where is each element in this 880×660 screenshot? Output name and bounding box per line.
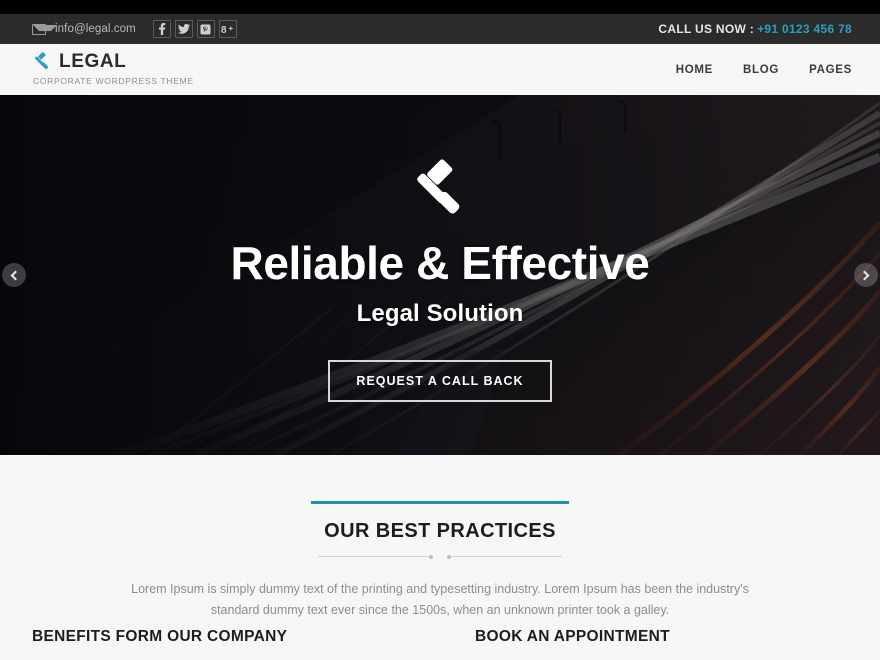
chevron-right-icon xyxy=(859,270,870,280)
contact-email[interactable]: info@legal.com xyxy=(55,23,136,35)
nav-item-home[interactable]: HOME xyxy=(676,64,713,76)
twitter-icon[interactable] xyxy=(174,20,193,38)
facebook-icon[interactable] xyxy=(152,20,171,38)
appointment-column: BOOK AN APPOINTMENT xyxy=(475,628,848,646)
envelope-icon xyxy=(32,23,57,35)
hero-content: Reliable & Effective Legal Solution REQU… xyxy=(0,95,880,455)
divider-segment-right xyxy=(447,554,562,559)
svg-text:+: + xyxy=(229,24,234,33)
hero-title: Reliable & Effective xyxy=(230,237,650,289)
benefits-title: BENEFITS FORM OUR COMPANY xyxy=(32,628,288,646)
bottom-columns: BENEFITS FORM OUR COMPANY BOOK AN APPOIN… xyxy=(0,628,880,646)
pinterest-icon[interactable] xyxy=(196,20,215,38)
brand-logo[interactable]: LEGAL CORPORATE WORDPRESS THEME xyxy=(32,51,194,87)
request-call-back-button[interactable]: REQUEST A CALL BACK xyxy=(328,360,552,403)
chevron-left-icon xyxy=(10,270,21,280)
brand-row: LEGAL xyxy=(32,51,194,71)
brand-name: LEGAL xyxy=(59,50,127,72)
hero-slider: Reliable & Effective Legal Solution REQU… xyxy=(0,95,880,455)
site-header: LEGAL CORPORATE WORDPRESS THEME HOME BLO… xyxy=(0,44,880,95)
svg-text:8: 8 xyxy=(221,25,227,34)
call-us-now: CALL US NOW : +91 0123 456 78 xyxy=(658,22,852,36)
section-title: OUR BEST PRACTICES xyxy=(324,520,556,542)
section-heading-block: OUR BEST PRACTICES xyxy=(311,501,569,559)
section-top-rule xyxy=(311,501,569,504)
phone-number[interactable]: +91 0123 456 78 xyxy=(757,22,852,36)
top-bar: info@legal.com 8 + CALL US NOW : +91 0123 … xyxy=(0,14,880,44)
section-divider xyxy=(311,554,569,559)
social-links: 8 + xyxy=(152,20,237,38)
section-description: Lorem Ipsum is simply dummy text of the … xyxy=(131,582,749,617)
brand-tagline: CORPORATE WORDPRESS THEME xyxy=(33,76,194,86)
nav-item-pages[interactable]: PAGES xyxy=(809,64,852,76)
gavel-icon xyxy=(34,52,49,70)
top-black-strip xyxy=(0,0,880,14)
top-bar-left-group: info@legal.com 8 + xyxy=(32,20,237,38)
divider-segment-left xyxy=(318,554,433,559)
appointment-title: BOOK AN APPOINTMENT xyxy=(475,628,670,646)
main-nav: HOME BLOG PAGES xyxy=(676,64,852,76)
gavel-icon xyxy=(417,159,460,214)
googleplus-icon[interactable]: 8 + xyxy=(218,20,237,38)
call-us-label: CALL US NOW : xyxy=(658,22,755,36)
hero-subtitle: Legal Solution xyxy=(356,300,524,328)
benefits-column: BENEFITS FORM OUR COMPANY xyxy=(32,628,405,646)
carousel-next-button[interactable] xyxy=(854,263,878,287)
nav-item-blog[interactable]: BLOG xyxy=(743,64,779,76)
best-practices-section: OUR BEST PRACTICES Lorem Ipsum is simply… xyxy=(0,455,880,660)
carousel-prev-button[interactable] xyxy=(2,263,26,287)
